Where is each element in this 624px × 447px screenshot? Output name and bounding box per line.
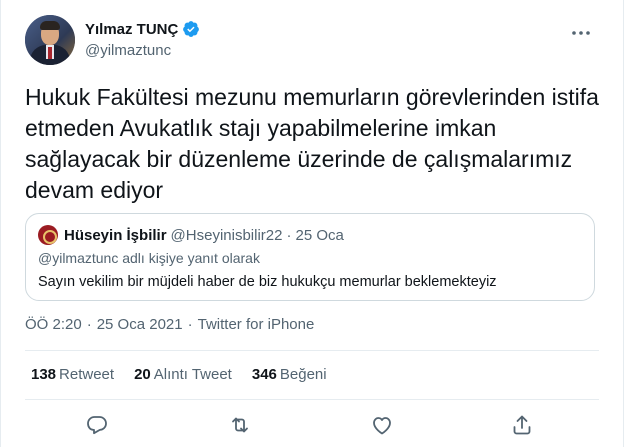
quotes-label: Alıntı Tweet — [153, 366, 232, 383]
reply-context: @yilmaztunc adlı kişiye yanıt olarak — [38, 250, 260, 266]
quotes-stat[interactable]: 20 Alıntı Tweet — [134, 366, 232, 383]
tweet-stats: 138 Retweet 20 Alıntı Tweet 346 Beğeni — [31, 366, 347, 383]
tweet-card: Yılmaz TUNÇ @yilmaztunc Hukuk Fakültesi … — [0, 0, 624, 447]
reply-icon[interactable] — [85, 413, 109, 437]
author-display-name[interactable]: Yılmaz TUNÇ — [85, 21, 178, 38]
verified-badge-icon — [183, 21, 200, 37]
more-options-icon[interactable] — [569, 21, 593, 45]
quoted-text: Sayın vekilim bir müjdeli haber de biz h… — [38, 274, 497, 290]
quoted-separator: · — [286, 226, 292, 244]
retweets-label: Retweet — [59, 366, 115, 383]
tweet-meta: ÖÖ 2:20 · 25 Oca 2021 · Twitter for iPhone — [25, 316, 314, 333]
tweet-time[interactable]: ÖÖ 2:20 — [25, 316, 82, 333]
tweet-date[interactable]: 25 Oca 2021 — [97, 316, 183, 333]
meta-separator-2: · — [187, 316, 193, 333]
retweets-count: 138 — [31, 366, 57, 383]
likes-stat[interactable]: 346 Beğeni — [252, 366, 327, 383]
divider — [25, 399, 599, 400]
meta-separator: · — [86, 316, 92, 333]
quoted-handle: @Hseyinisbilir22 — [170, 226, 283, 244]
quoted-tweet-header: Hüseyin İşbilir @Hseyinisbilir22 · 25 Oc… — [38, 225, 344, 245]
quotes-count: 20 — [134, 366, 151, 383]
quoted-avatar — [38, 225, 58, 245]
tweet-text: Hukuk Fakültesi mezunu memurların görevl… — [25, 84, 599, 203]
avatar[interactable] — [25, 15, 75, 65]
share-icon[interactable] — [510, 413, 534, 437]
quoted-date: 25 Oca — [295, 226, 344, 244]
likes-label: Beğeni — [279, 366, 327, 383]
likes-count: 346 — [251, 366, 277, 383]
quoted-tweet[interactable]: Hüseyin İşbilir @Hseyinisbilir22 · 25 Oc… — [25, 213, 595, 301]
divider — [25, 350, 599, 351]
quoted-display-name: Hüseyin İşbilir — [64, 226, 167, 244]
author-handle[interactable]: @yilmaztunc — [85, 42, 200, 59]
tweet-source[interactable]: Twitter for iPhone — [198, 316, 315, 333]
retweets-stat[interactable]: 138 Retweet — [31, 366, 114, 383]
action-bar — [25, 408, 601, 442]
like-icon[interactable] — [370, 413, 394, 437]
tweet-header: Yılmaz TUNÇ @yilmaztunc — [25, 15, 607, 65]
retweet-icon[interactable] — [228, 413, 252, 437]
author-block: Yılmaz TUNÇ @yilmaztunc — [85, 19, 200, 59]
